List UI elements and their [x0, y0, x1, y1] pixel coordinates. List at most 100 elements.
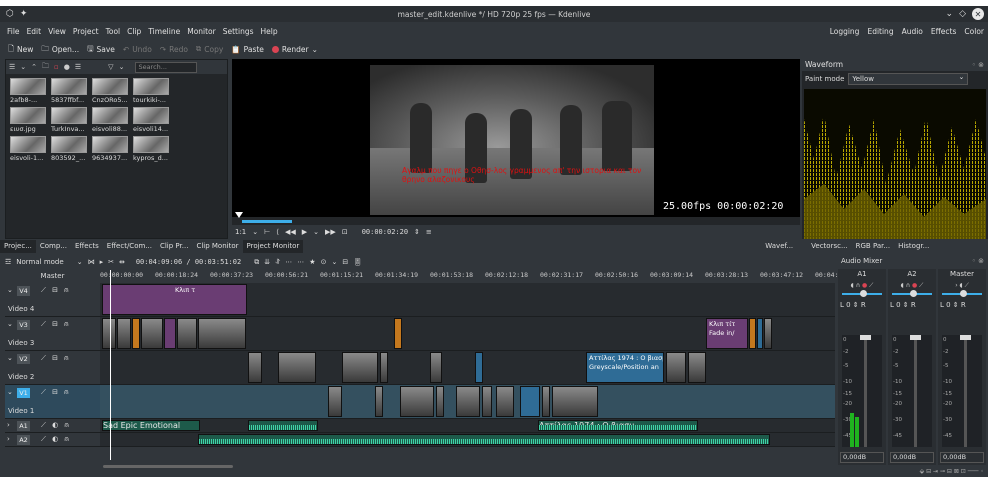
spinner-icon[interactable]: ⇕: [414, 228, 420, 236]
float-close-icons[interactable]: ◦ ⊗: [972, 255, 984, 267]
track-v3[interactable]: Κλιπ τίτ Fade in/: [100, 317, 835, 351]
video-clip[interactable]: [328, 386, 342, 417]
track-lock-mute-icons[interactable]: ⟋ ⊟ ⍝: [41, 286, 70, 295]
zoom-out-icon[interactable]: ⊙: [321, 258, 327, 266]
extract-icon[interactable]: ⋯: [285, 258, 292, 266]
strip-mute-solo-record-icons[interactable]: ◖ ∩ ● ⟋: [888, 282, 936, 290]
snap-icon[interactable]: ⋈: [88, 258, 95, 266]
collapse-icon[interactable]: ⌄: [7, 354, 13, 362]
video-clip[interactable]: [475, 352, 483, 383]
select-tool-icon[interactable]: ▸: [100, 258, 104, 266]
video-clip[interactable]: [380, 352, 388, 383]
chevron-down-icon[interactable]: ⌄: [20, 63, 26, 71]
track-v2[interactable]: Αττίλας 1974 : Ο βιασμ Greyscale/Positio…: [100, 351, 835, 385]
video-clip[interactable]: [542, 386, 550, 417]
track-lock-mute-icons[interactable]: ⟋ ⊟ ⍝: [41, 354, 70, 363]
volume-db-input[interactable]: 0,00dB: [840, 452, 884, 463]
menu-help[interactable]: Help: [261, 27, 278, 36]
video-clip[interactable]: [482, 386, 492, 417]
menu-icon[interactable]: ≡: [426, 228, 432, 236]
track-header-a1[interactable]: › A1 ⟋ ◐ ⍝: [5, 419, 100, 433]
video-clip[interactable]: [552, 386, 598, 417]
menu-clip[interactable]: Clip: [127, 27, 141, 36]
project-monitor[interactable]: Αγαλμ που πηγε ο Οθησ-λος γραμμενος απ' …: [232, 59, 800, 239]
monitor-ruler[interactable]: [232, 212, 800, 225]
track-header-a2[interactable]: › A2 ⟋ ◐ ⍝: [5, 433, 100, 447]
layout-editing[interactable]: Editing: [863, 27, 897, 36]
bin-clip[interactable]: tourkiki-...: [133, 78, 169, 104]
bin-clip[interactable]: 803592_...: [51, 136, 87, 162]
lift-icon[interactable]: ⋯: [297, 258, 304, 266]
title-clip[interactable]: Κλιπ τ: [102, 284, 247, 315]
tab-waveform[interactable]: Wavef...: [761, 240, 797, 253]
bin-clip[interactable]: eisvoli14...: [133, 107, 169, 133]
tab-compositions[interactable]: Comp...: [36, 240, 71, 253]
volume-fader[interactable]: [864, 335, 867, 447]
collapse-icon[interactable]: ⌄: [7, 320, 13, 328]
close-icon[interactable]: ✕: [972, 8, 984, 20]
title-clip[interactable]: Κλιπ τίτ Fade in/: [706, 318, 748, 349]
video-clip[interactable]: [248, 352, 262, 383]
render-button[interactable]: Render ⌄: [271, 45, 318, 54]
tab-clip-monitor[interactable]: Clip Monitor: [192, 240, 242, 253]
collapse-icon[interactable]: ⌄: [7, 286, 13, 294]
effect-clip[interactable]: Αττίλας 1974 : Ο βιασμ Greyscale/Positio…: [586, 352, 664, 383]
video-clip[interactable]: [436, 386, 444, 417]
video-clip[interactable]: [456, 386, 480, 417]
pan-slider[interactable]: [842, 290, 882, 297]
menu-tool[interactable]: Tool: [106, 27, 121, 36]
volume-db-input[interactable]: 0,00dB: [890, 452, 934, 463]
bin-clip[interactable]: ειυσ.jpg: [10, 107, 46, 133]
bin-search-input[interactable]: Search...: [135, 61, 198, 73]
add-folder-icon[interactable]: 🗀: [42, 62, 49, 73]
prev-icon[interactable]: ⟨: [276, 228, 279, 236]
track-header-v2[interactable]: ⌄ V2 ⟋ ⊟ ⍝ Video 2: [5, 351, 100, 385]
overwrite-icon[interactable]: ⥯: [275, 258, 280, 267]
layout-color[interactable]: Color: [960, 27, 988, 36]
fader-knob[interactable]: [860, 335, 871, 340]
menu-view[interactable]: View: [48, 27, 66, 36]
list-icon[interactable]: ☰: [75, 63, 81, 71]
play-icon[interactable]: ▶: [302, 228, 307, 236]
bin-clip[interactable]: eisvoli88...: [92, 107, 128, 133]
mixer-toggle-icon[interactable]: 🎚: [353, 258, 362, 266]
menu-file[interactable]: File: [7, 27, 20, 36]
track-mute-icons[interactable]: ⟋ ◐ ⍝: [41, 421, 71, 430]
chevron-down-icon[interactable]: ⌄: [77, 258, 83, 266]
paint-mode-select[interactable]: Yellow: [848, 72, 969, 85]
chevron-down-icon[interactable]: ⌄: [119, 63, 125, 71]
timeline-playhead[interactable]: [110, 270, 111, 460]
split-view-icon[interactable]: ⧉: [254, 258, 259, 267]
track-header-v4[interactable]: ⌄ V4 ⟋ ⊟ ⍝ Video 4: [5, 283, 100, 317]
track-v1[interactable]: [100, 385, 835, 419]
volume-fader[interactable]: [964, 335, 967, 447]
video-clip[interactable]: [430, 352, 442, 383]
layout-audio[interactable]: Audio: [898, 27, 927, 36]
track-v4[interactable]: Κλιπ τ: [100, 283, 835, 317]
bin-clip[interactable]: 9634937...: [92, 136, 128, 162]
tag-icon[interactable]: ●: [64, 63, 70, 71]
audio-clip[interactable]: Sad Epic Emotional Musi: [102, 420, 200, 431]
layout-logging[interactable]: Logging: [826, 27, 864, 36]
monitor-zone[interactable]: [242, 220, 292, 223]
save-button[interactable]: 🖫 Save: [87, 43, 115, 56]
status-bar-icons[interactable]: ⬙ ⊟ ⇥ ⊸ ⊟ ⊠ ⊡ ─── ◦: [818, 468, 988, 477]
bin-clip[interactable]: 5837ffbf...: [51, 78, 87, 104]
minimize-icon[interactable]: ⌄: [946, 9, 954, 19]
timeline-scrollbar[interactable]: [103, 465, 233, 468]
expand-icon[interactable]: ›: [7, 435, 10, 443]
razor-icon[interactable]: ✂: [108, 258, 114, 266]
track-header-v1[interactable]: ⌄ V1 ⟋ ⊟ ⍝ Video 1: [5, 385, 100, 419]
video-clip[interactable]: [141, 318, 163, 349]
expand-icon[interactable]: ›: [7, 421, 10, 429]
track-a1[interactable]: Sad Epic Emotional Musi Αττίλας 1974 : Ο…: [100, 419, 835, 433]
audio-clip[interactable]: [248, 420, 318, 431]
menu-timeline[interactable]: Timeline: [148, 27, 180, 36]
float-close-icons[interactable]: ◦ ⊗: [972, 59, 984, 71]
track-lock-mute-icons[interactable]: ⟋ ⊟ ⍝: [41, 388, 70, 397]
chevron-down-icon[interactable]: ⌄: [252, 228, 258, 236]
bin-clip[interactable]: 2afb8-...: [10, 78, 46, 104]
strip-mute-icons[interactable]: › ◖ ⟋: [938, 282, 986, 290]
video-clip[interactable]: [375, 386, 383, 417]
video-clip[interactable]: [198, 318, 246, 349]
